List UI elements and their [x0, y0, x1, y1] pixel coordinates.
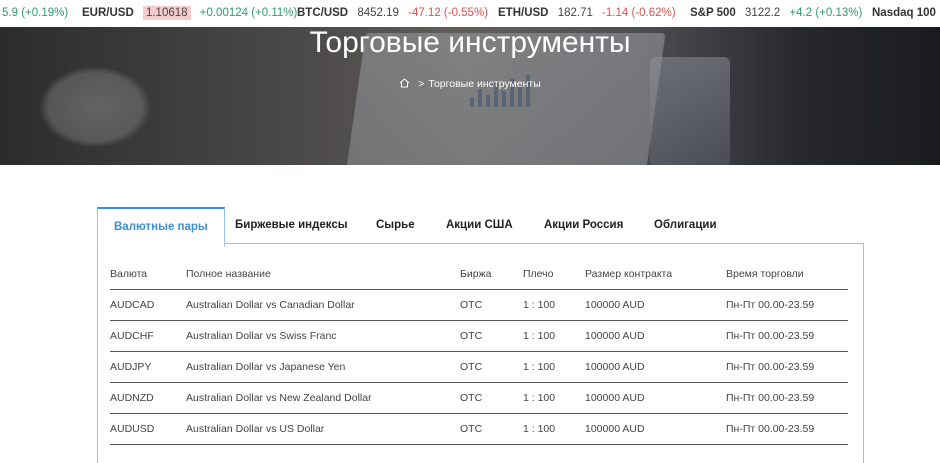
ticker-change: -47.12 (-0.55%) [408, 7, 489, 19]
ticker-price: 5.9 [2, 7, 18, 19]
hero-banner: Торговые инструменты > Торговые инструмен… [0, 27, 940, 165]
ticker-item-nasdaq[interactable]: Nasdaq 100 [872, 0, 940, 27]
table-row: AUDCHF Australian Dollar vs Swiss Franc … [110, 320, 848, 352]
tab-bonds[interactable]: Облигации [654, 207, 717, 244]
tab-commodities[interactable]: Сырье [376, 207, 415, 244]
column-header-full-name: Полное название [186, 258, 460, 290]
column-header-contract-size: Размер контракта [585, 258, 726, 290]
ticker-symbol: S&P 500 [690, 7, 736, 19]
ticker-price: 182.71 [557, 7, 593, 19]
market-ticker: 5.9 (+0.19%) EUR/USD 1.10618 +0.00124 (+… [0, 0, 940, 28]
ticker-symbol: ETH/USD [498, 7, 549, 19]
table-row: AUDJPY Australian Dollar vs Japanese Yen… [110, 351, 848, 383]
ticker-item[interactable]: 5.9 (+0.19%) [2, 0, 68, 27]
cell-exchange: OTC [460, 382, 523, 414]
table-row: AUDCAD Australian Dollar vs Canadian Dol… [110, 289, 848, 321]
column-header-trading-hours: Время торговли [726, 258, 848, 290]
cell-leverage: 1 : 100 [523, 413, 585, 445]
breadcrumb-separator: > [418, 78, 425, 90]
cell-leverage: 1 : 100 [523, 382, 585, 414]
cell-currency: AUDNZD [110, 382, 186, 414]
cell-currency: AUDUSD [110, 413, 186, 445]
column-header-leverage: Плечо [523, 258, 585, 290]
ticker-item-ethusd[interactable]: ETH/USD 182.71 -1.14 (-0.62%) [498, 0, 676, 27]
cell-full-name: Australian Dollar vs US Dollar [186, 413, 460, 445]
tab-stock-indices[interactable]: Биржевые индексы [235, 207, 348, 244]
ticker-symbol: BTC/USD [297, 7, 349, 19]
cell-full-name: Australian Dollar vs New Zealand Dollar [186, 382, 460, 414]
ticker-change: +0.00124 (+0.11%) [199, 7, 298, 19]
instruments-table: Валюта Полное название Биржа Плечо Разме… [110, 258, 848, 445]
home-icon[interactable] [399, 78, 410, 91]
column-header-currency: Валюта [110, 258, 186, 290]
cell-leverage: 1 : 100 [523, 351, 585, 383]
tab-russia-stocks[interactable]: Акции Россия [544, 207, 623, 244]
page-title: Торговые инструменты [309, 27, 631, 59]
breadcrumb: > Торговые инструменты [0, 78, 940, 91]
cell-trading-hours: Пн-Пт 00.00-23.59 [726, 320, 848, 352]
cell-exchange: OTC [460, 413, 523, 445]
cell-currency: AUDCAD [110, 289, 186, 321]
cell-leverage: 1 : 100 [523, 289, 585, 321]
ticker-symbol: Nasdaq 100 [872, 7, 936, 19]
cell-exchange: OTC [460, 351, 523, 383]
cell-contract-size: 100000 AUD [585, 413, 726, 445]
ticker-change: (+0.19%) [21, 7, 69, 19]
ticker-price: 3122.2 [745, 7, 781, 19]
cell-full-name: Australian Dollar vs Swiss Franc [186, 320, 460, 352]
cell-full-name: Australian Dollar vs Japanese Yen [186, 351, 460, 383]
cell-contract-size: 100000 AUD [585, 382, 726, 414]
ticker-item-sp500[interactable]: S&P 500 3122.2 +4.2 (+0.13%) [690, 0, 862, 27]
table-header-row: Валюта Полное название Биржа Плечо Разме… [110, 258, 848, 290]
column-header-exchange: Биржа [460, 258, 523, 290]
ticker-item-eurusd[interactable]: EUR/USD 1.10618 +0.00124 (+0.11%) [82, 0, 297, 27]
ticker-price: 1.10618 [142, 6, 191, 20]
cell-leverage: 1 : 100 [523, 320, 585, 352]
cell-exchange: OTC [460, 289, 523, 321]
ticker-change: -1.14 (-0.62%) [602, 7, 676, 19]
table-row: AUDUSD Australian Dollar vs US Dollar OT… [110, 413, 848, 445]
ticker-price: 8452.19 [357, 7, 399, 19]
tab-currency-pairs[interactable]: Валютные пары [97, 207, 225, 247]
tab-us-stocks[interactable]: Акции США [446, 207, 513, 244]
table-row: AUDNZD Australian Dollar vs New Zealand … [110, 382, 848, 414]
ticker-item-btcusd[interactable]: BTC/USD 8452.19 -47.12 (-0.55%) [297, 0, 488, 27]
cell-trading-hours: Пн-Пт 00.00-23.59 [726, 382, 848, 414]
cell-exchange: OTC [460, 320, 523, 352]
cell-currency: AUDJPY [110, 351, 186, 383]
breadcrumb-current: Торговые инструменты [428, 78, 541, 90]
ticker-symbol: EUR/USD [82, 7, 134, 19]
cell-contract-size: 100000 AUD [585, 289, 726, 321]
ticker-change: +4.2 (+0.13%) [789, 7, 863, 19]
cell-trading-hours: Пн-Пт 00.00-23.59 [726, 351, 848, 383]
cell-trading-hours: Пн-Пт 00.00-23.59 [726, 413, 848, 445]
cell-contract-size: 100000 AUD [585, 320, 726, 352]
cell-trading-hours: Пн-Пт 00.00-23.59 [726, 289, 848, 321]
cell-currency: AUDCHF [110, 320, 186, 352]
cell-contract-size: 100000 AUD [585, 351, 726, 383]
cell-full-name: Australian Dollar vs Canadian Dollar [186, 289, 460, 321]
